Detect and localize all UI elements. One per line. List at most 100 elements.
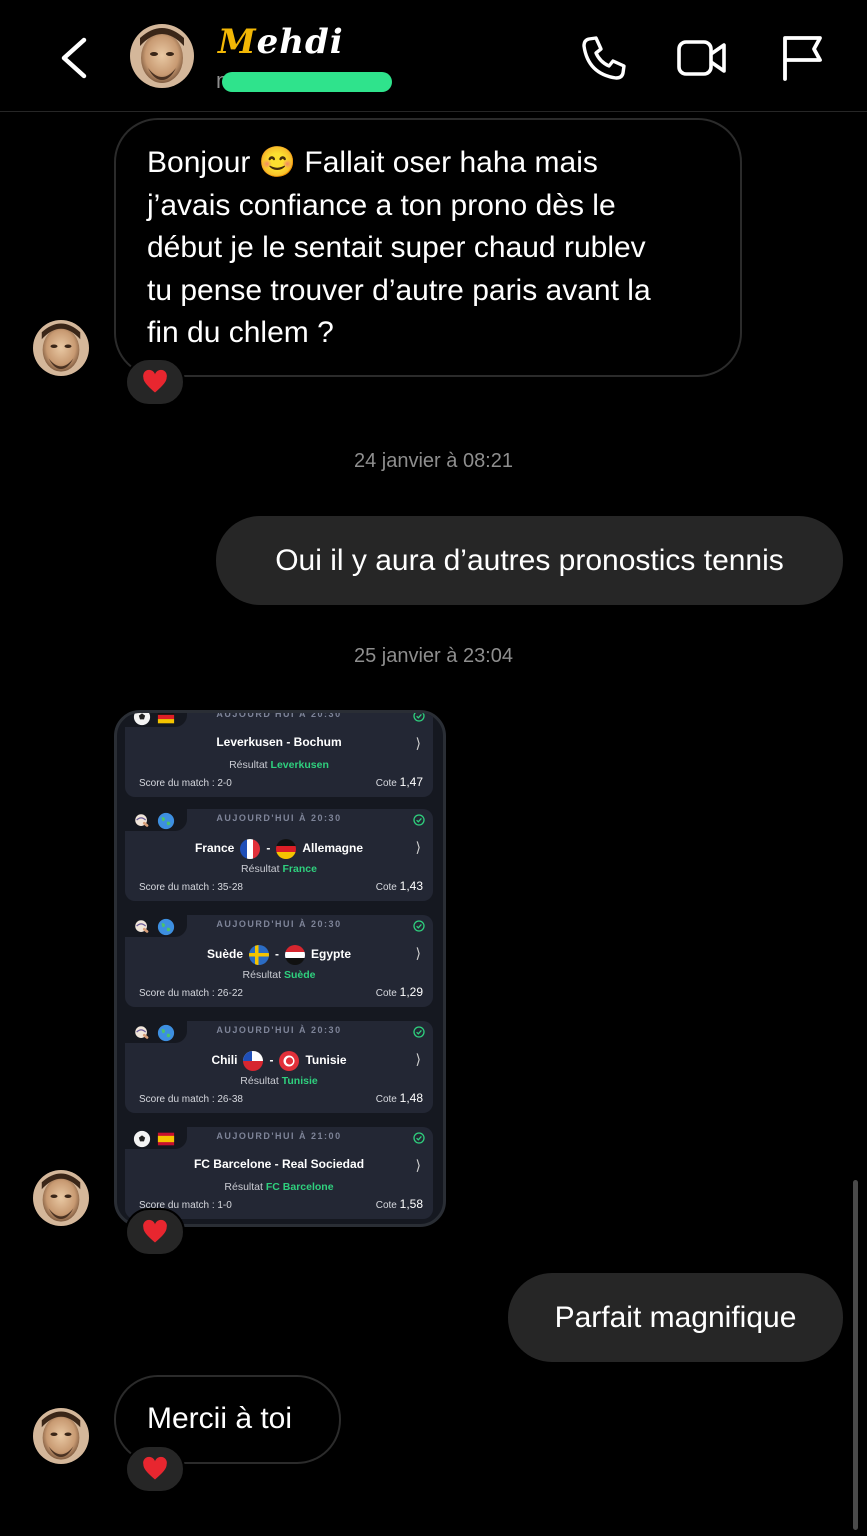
bet-card[interactable]: AUJOURD'HUI À 20:30 Chili - Tunisie ⟩ Résulta… bbox=[125, 1021, 433, 1113]
message-line: fin du chlem ? bbox=[147, 316, 334, 349]
username-redaction-mark bbox=[222, 72, 392, 92]
team-home: FC Barcelone - Real Sociedad bbox=[193, 1157, 365, 1171]
chevron-right-icon[interactable]: ⟩ bbox=[416, 839, 421, 856]
message-line: Bonjour 😊 Fallait oser haha mais bbox=[147, 146, 598, 179]
result-value: FC Barcelone bbox=[265, 1181, 334, 1193]
message-text: Parfait magnifique bbox=[554, 1300, 797, 1334]
contact-avatar[interactable] bbox=[33, 1408, 89, 1464]
teams-separator: - bbox=[266, 841, 271, 856]
odds-value: 1,58 bbox=[399, 1197, 423, 1211]
team-home: Suède bbox=[206, 947, 243, 962]
check-icon bbox=[413, 1025, 425, 1037]
result-label: Résultat bbox=[242, 969, 282, 981]
contact-avatar[interactable] bbox=[33, 320, 89, 376]
chevron-right-icon[interactable]: ⟩ bbox=[416, 735, 421, 752]
bet-teams: Chili - Tunisie bbox=[125, 1051, 433, 1071]
message-text: Oui il y aura d’autres pronostics tennis bbox=[275, 543, 784, 577]
team-away-flag-icon bbox=[279, 1051, 300, 1071]
bet-odds: Cote 1,29 bbox=[376, 985, 423, 999]
odds-label: Cote bbox=[375, 988, 397, 999]
heart-icon bbox=[141, 1455, 169, 1483]
bet-odds: Cote 1,47 bbox=[376, 775, 423, 789]
result-value: Tunisie bbox=[281, 1075, 318, 1087]
bet-teams: Leverkusen - Bochum bbox=[125, 735, 433, 749]
chevron-right-icon[interactable]: ⟩ bbox=[416, 945, 421, 962]
message-bubble-outgoing[interactable]: Oui il y aura d’autres pronostics tennis bbox=[216, 516, 843, 605]
timestamp: 25 janvier à 23:04 bbox=[353, 645, 513, 667]
message-line: début je le sentait super chaud rublev bbox=[147, 231, 646, 264]
result-label: Résultat bbox=[224, 1181, 263, 1193]
odds-value: 1,43 bbox=[399, 879, 423, 893]
odds-label: Cote bbox=[375, 778, 397, 789]
bet-teams: Suède - Egypte bbox=[125, 945, 433, 965]
team-away-flag-icon bbox=[276, 839, 297, 859]
team-home-flag-icon bbox=[243, 1051, 264, 1071]
team-home: Leverkusen - Bochum bbox=[216, 735, 342, 749]
team-away: Egypte bbox=[311, 947, 352, 962]
contact-name[interactable]: Mehdi bbox=[218, 22, 344, 62]
match-score: Score du match : 26-38 bbox=[139, 1094, 243, 1105]
conversation-header: Mehdi m bbox=[0, 0, 867, 112]
flag-icon[interactable] bbox=[778, 32, 830, 84]
odds-value: 1,48 bbox=[399, 1091, 423, 1105]
team-away-flag-icon bbox=[285, 945, 305, 965]
reaction-heart[interactable]: ❤️ bbox=[125, 1208, 185, 1256]
odds-label: Cote bbox=[375, 1200, 397, 1211]
check-icon bbox=[413, 1131, 425, 1143]
bet-result: Résultat Suède bbox=[125, 969, 433, 981]
message-bubble-incoming[interactable]: Bonjour 😊 Fallait oser haha mais j’avais… bbox=[114, 118, 742, 377]
bet-card[interactable]: AUJOURD'HUI À 20:30 Suède - Egypte ⟩ Résultat… bbox=[125, 915, 433, 1007]
odds-label: Cote bbox=[375, 882, 397, 893]
match-score: Score du match : 26-22 bbox=[139, 988, 243, 999]
chevron-right-icon[interactable]: ⟩ bbox=[416, 1051, 421, 1068]
heart-icon bbox=[141, 368, 169, 396]
bet-time: AUJOURD'HUI À 20:30 bbox=[216, 919, 342, 929]
reaction-heart[interactable]: ❤️ bbox=[125, 1445, 185, 1493]
heart-icon bbox=[141, 1218, 169, 1246]
match-score: Score du match : 35-28 bbox=[139, 882, 243, 893]
reaction-heart[interactable]: ❤️ bbox=[125, 358, 185, 406]
bet-card[interactable]: AUJOURD'HUI À 21:00 FC Barcelone - Real S… bbox=[125, 1127, 433, 1219]
result-label: Résultat bbox=[241, 863, 280, 875]
shared-screenshot[interactable]: AUJOURD'HUI À 20:30 Leverkusen - Bochum ⟩ R… bbox=[114, 710, 446, 1227]
result-value: Suède bbox=[283, 969, 316, 981]
bet-teams: FC Barcelone - Real Sociedad bbox=[125, 1157, 433, 1171]
match-score: Score du match : 2-0 bbox=[139, 778, 232, 789]
phone-icon[interactable] bbox=[578, 32, 630, 84]
bet-time: AUJOURD'HUI À 20:30 bbox=[216, 813, 342, 823]
team-home: Chili bbox=[211, 1053, 238, 1068]
result-label: Résultat bbox=[240, 1075, 279, 1087]
back-chevron-icon[interactable] bbox=[52, 34, 96, 82]
check-icon bbox=[413, 919, 425, 931]
bet-odds: Cote 1,58 bbox=[376, 1197, 423, 1211]
video-camera-icon[interactable] bbox=[676, 32, 728, 84]
bet-result: Résultat Leverkusen bbox=[125, 759, 433, 771]
bet-odds: Cote 1,48 bbox=[376, 1091, 423, 1105]
odds-value: 1,29 bbox=[399, 985, 423, 999]
contact-avatar[interactable] bbox=[130, 24, 194, 88]
check-icon bbox=[413, 813, 425, 825]
bet-result: Résultat France bbox=[125, 863, 433, 875]
bet-time: AUJOURD'HUI À 20:30 bbox=[216, 1025, 342, 1035]
team-home-flag-icon bbox=[240, 839, 261, 859]
message-line: tu pense trouver d’autre paris avant la bbox=[147, 273, 651, 307]
message-bubble-outgoing[interactable]: Parfait magnifique bbox=[508, 1273, 843, 1362]
message-text: Mercii à toi bbox=[147, 1402, 293, 1436]
bet-card[interactable]: AUJOURD'HUI À 20:30 Leverkusen - Bochum ⟩ R… bbox=[125, 710, 433, 797]
bet-card[interactable]: AUJOURD'HUI À 20:30 France - Allemagne ⟩ Résu… bbox=[125, 809, 433, 901]
team-away: Allemagne bbox=[302, 841, 364, 856]
bet-time: AUJOURD'HUI À 20:30 bbox=[216, 710, 342, 719]
team-home-flag-icon bbox=[249, 945, 269, 965]
bet-teams: France - Allemagne bbox=[125, 839, 433, 859]
odds-value: 1,47 bbox=[399, 775, 423, 789]
timestamp: 24 janvier à 08:21 bbox=[353, 450, 513, 472]
bet-result: Résultat Tunisie bbox=[125, 1075, 433, 1087]
message-line: j’avais confiance a ton prono dès le bbox=[147, 188, 616, 222]
team-away: Tunisie bbox=[305, 1053, 347, 1068]
scrollbar[interactable] bbox=[853, 1180, 858, 1530]
bet-odds: Cote 1,43 bbox=[376, 879, 423, 893]
result-label: Résultat bbox=[229, 759, 268, 771]
teams-separator: - bbox=[269, 1053, 274, 1068]
contact-avatar[interactable] bbox=[33, 1170, 89, 1226]
chevron-right-icon[interactable]: ⟩ bbox=[416, 1157, 421, 1174]
